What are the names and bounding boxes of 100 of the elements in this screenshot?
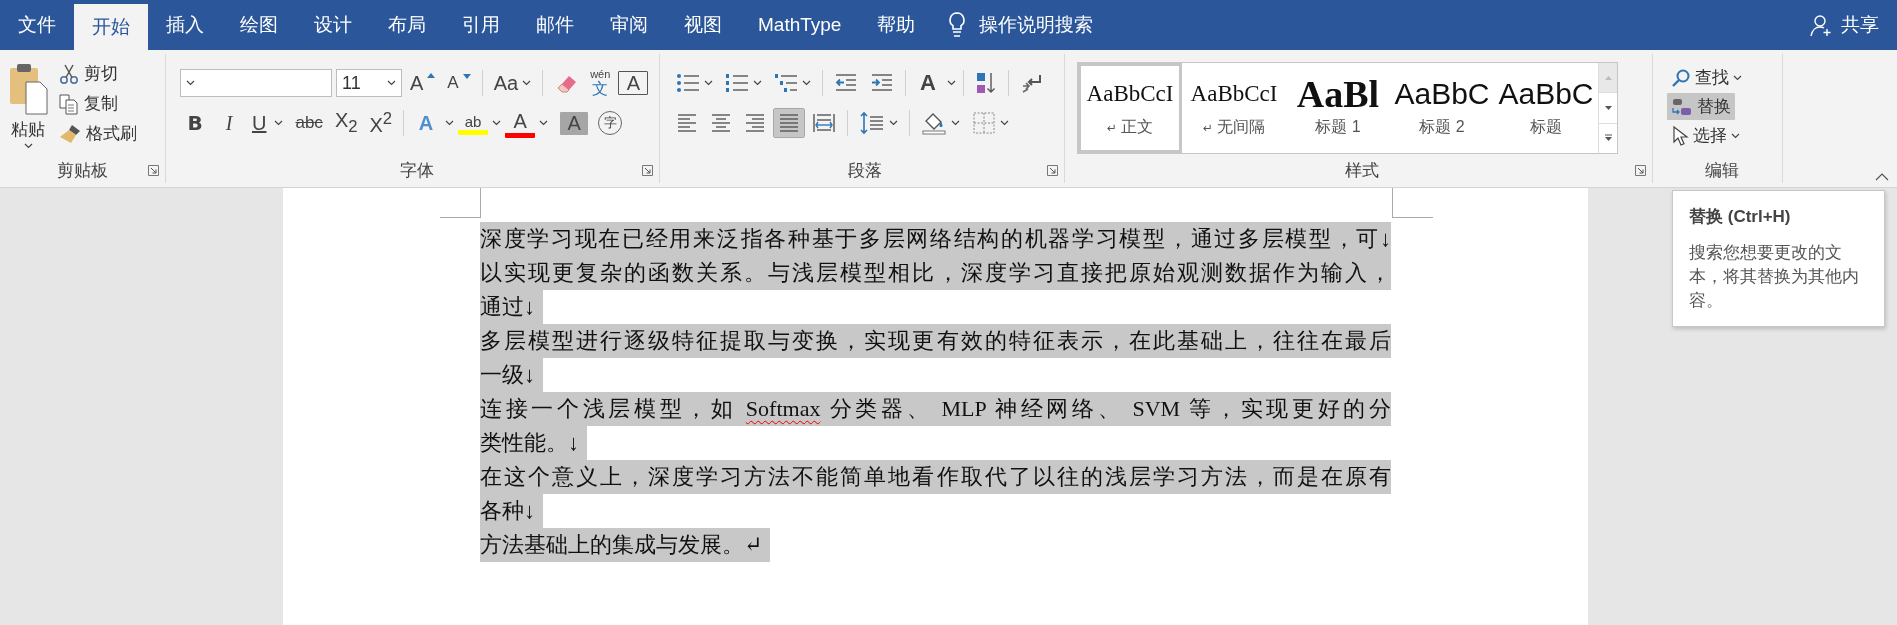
style-preview: AaBbCcI (1190, 79, 1278, 108)
format-button[interactable]: X$_{2}$ (330, 107, 362, 139)
replace-button[interactable]: 替换 (1667, 93, 1735, 120)
cursor-icon (1671, 124, 1689, 147)
format-button[interactable]: I (214, 109, 244, 137)
font-size-field[interactable]: 11 (336, 69, 402, 97)
paint-bucket-icon (921, 111, 947, 135)
caret-icon (1731, 132, 1740, 139)
ribbon-tab[interactable]: 审阅 (592, 0, 666, 50)
style-preview: AaBbC (1394, 78, 1490, 109)
down-arrow-icon (1603, 105, 1613, 111)
group-label: 编辑 (1704, 159, 1739, 182)
justify-icon (778, 111, 800, 135)
font-color-button[interactable]: A (505, 108, 536, 138)
scissors-icon (58, 62, 80, 85)
font-name-field[interactable] (180, 69, 332, 97)
chinese-layout-button[interactable]: A (913, 68, 943, 98)
align-left-icon (676, 111, 698, 135)
copy-button[interactable]: 复制 (54, 90, 141, 117)
style-name: ↵ 无间隔 (1202, 116, 1266, 137)
grow-font-button[interactable]: A (406, 69, 440, 97)
caret-icon (445, 120, 455, 126)
format-button[interactable]: U (248, 109, 288, 137)
format-button[interactable]: abc (291, 111, 327, 135)
caret-icon (753, 80, 762, 86)
tooltip-text: 搜索您想要更改的文本，将其替换为其他内容。 (1689, 242, 1860, 311)
ribbon-tab[interactable]: 设计 (296, 0, 370, 50)
more-icon (1603, 134, 1613, 143)
format-button[interactable]: X$^{2}$ (365, 107, 397, 139)
ribbon-tab[interactable]: MathType (740, 0, 860, 50)
character-border-button[interactable]: A (618, 71, 649, 95)
replace-icon (1671, 96, 1693, 117)
caret-icon (186, 80, 195, 86)
format-button[interactable]: B (180, 109, 210, 137)
ribbon-tab[interactable]: 引用 (444, 0, 518, 50)
caret-icon (802, 80, 811, 86)
caret-icon (1733, 74, 1742, 81)
group-label: 样式 (1344, 159, 1379, 182)
alignment-button[interactable] (774, 109, 804, 137)
collapse-ribbon-icon (1875, 173, 1889, 181)
clipboard-icon (8, 62, 48, 116)
cut-button[interactable]: 剪切 (54, 60, 141, 87)
find-button[interactable]: 查找 (1667, 64, 1746, 91)
highlight-button[interactable]: ab (458, 111, 489, 135)
shrink-font-button[interactable]: A (443, 71, 475, 95)
ribbon-tab[interactable]: 帮助 (859, 0, 934, 50)
style-item[interactable]: AaBbCcI ↵ 正文 (1078, 63, 1182, 153)
ribbon-tab[interactable]: 绘图 (222, 0, 296, 50)
caret-icon (274, 120, 284, 126)
select-button[interactable]: 选择 (1667, 122, 1744, 149)
caret-icon (387, 80, 396, 86)
group-label: 剪贴板 (57, 159, 108, 182)
caret-icon (947, 80, 956, 86)
search-icon (1671, 67, 1691, 88)
ribbon-tab[interactable]: 插入 (148, 0, 222, 50)
ribbon-tab[interactable]: 文件 (0, 0, 74, 50)
person-add-icon (1809, 13, 1833, 37)
share-button[interactable]: 共享 (1809, 0, 1879, 50)
increase-indent-icon (870, 72, 894, 94)
ribbon-tab[interactable]: 开始 (74, 4, 148, 50)
tell-me-field[interactable]: 操作说明搜索 (979, 12, 1094, 38)
ribbon-tab[interactable]: 视图 (666, 0, 740, 50)
caret-icon (492, 120, 502, 126)
align-right-icon (744, 111, 766, 135)
style-item[interactable]: AaBbC 标题 2 (1390, 63, 1494, 153)
crop-mark (1392, 188, 1433, 218)
character-shading-button[interactable]: A (560, 111, 589, 135)
paintbrush-icon (58, 122, 82, 145)
style-name: ↵ 正文 (1106, 116, 1154, 137)
launcher-icon (1047, 164, 1058, 176)
format-painter-button[interactable]: 格式刷 (54, 120, 141, 147)
group-label: 字体 (399, 159, 434, 182)
align-center-icon (710, 111, 732, 135)
style-name: 标题 2 (1419, 116, 1465, 137)
down-triangle-icon (462, 73, 471, 79)
style-preview: AaBl (1296, 78, 1380, 109)
group-label: 段落 (848, 159, 882, 182)
ribbon-tab[interactable]: 邮件 (518, 0, 592, 50)
caret-icon (1000, 120, 1009, 126)
paste-button[interactable]: 粘贴 (6, 60, 50, 157)
bullets-icon (676, 72, 700, 94)
copy-icon (58, 92, 80, 115)
lightbulb-icon (947, 11, 968, 39)
style-preview: AaBbCcI (1086, 79, 1174, 108)
style-item[interactable]: AaBl 标题 1 (1286, 63, 1390, 153)
style-item[interactable]: AaBbCcI ↵ 无间隔 (1182, 63, 1286, 153)
change-case-button[interactable]: Aa (489, 69, 536, 97)
phonetic-guide-button[interactable]: wén 文 (586, 69, 615, 97)
style-name: 标题 1 (1315, 116, 1361, 137)
caret-icon (951, 120, 960, 126)
style-item[interactable]: AaBbC 标题 (1494, 63, 1598, 153)
borders-icon (972, 111, 996, 135)
up-triangle-icon (427, 71, 436, 78)
caret-icon (23, 143, 33, 149)
paragraph-marks-icon (1020, 72, 1044, 94)
caret-icon (522, 80, 532, 86)
ribbon-tab[interactable]: 布局 (370, 0, 444, 50)
distributed-icon (812, 111, 836, 135)
style-name: 标题 (1530, 116, 1562, 137)
launcher-icon (1635, 164, 1646, 176)
